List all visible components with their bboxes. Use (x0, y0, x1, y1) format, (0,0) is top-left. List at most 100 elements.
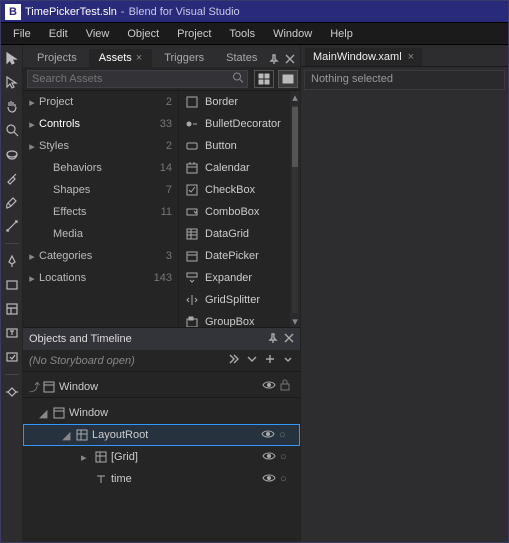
category-project[interactable]: ▸Project2 (23, 91, 178, 113)
object-tree: ⤴ Window ◢ Window ◢ LayoutRoot (23, 372, 300, 542)
border-icon (185, 95, 199, 109)
category-controls[interactable]: ▸Controls33 (23, 113, 178, 135)
textblock-icon (93, 473, 109, 485)
solution-name: TimePickerTest.sln (25, 6, 117, 18)
panel-close-icon[interactable] (284, 333, 294, 346)
storyboard-menu-icon[interactable] (282, 353, 294, 368)
assets-toolbar (23, 67, 300, 91)
category-shapes[interactable]: Shapes7 (23, 179, 178, 201)
control-border[interactable]: Border (179, 91, 290, 113)
objects-panel-title: Objects and Timeline (29, 333, 132, 345)
storyboard-open-icon[interactable] (246, 353, 258, 368)
control-datagrid[interactable]: DataGrid (179, 223, 290, 245)
control-checkbox[interactable]: CheckBox (179, 179, 290, 201)
doc-tab-mainwindow[interactable]: MainWindow.xaml × (305, 48, 422, 66)
camera-tool-icon[interactable] (3, 145, 21, 163)
pen-tool-icon[interactable] (3, 252, 21, 270)
close-icon[interactable]: × (136, 52, 142, 64)
tree-window[interactable]: ◢ Window (23, 402, 300, 424)
tree-time[interactable]: time ○ (23, 468, 300, 490)
asset-categories: ▸Project2 ▸Controls33 ▸Styles2 Behaviors… (23, 91, 179, 327)
selection-tool-icon[interactable] (3, 49, 21, 67)
lock-toggle[interactable]: ○ (279, 429, 293, 441)
control-expander[interactable]: Expander (179, 267, 290, 289)
menu-edit[interactable]: Edit (41, 25, 76, 43)
pin-icon[interactable] (269, 54, 279, 67)
tab-states[interactable]: States (216, 49, 267, 67)
design-surface[interactable] (301, 93, 508, 542)
menu-window[interactable]: Window (265, 25, 320, 43)
rectangle-tool-icon[interactable] (3, 276, 21, 294)
text-tool-icon[interactable] (3, 324, 21, 342)
menu-object[interactable]: Object (119, 25, 167, 43)
tree-layoutroot[interactable]: ◢ LayoutRoot ○ (23, 424, 300, 446)
category-media[interactable]: Media (23, 223, 178, 245)
control-combobox[interactable]: ComboBox (179, 201, 290, 223)
control-calendar[interactable]: Calendar (179, 157, 290, 179)
lock-icon[interactable] (280, 379, 294, 394)
controls-scrollbar[interactable]: ▴ ▾ (290, 91, 300, 327)
expand-icon[interactable]: ◢ (39, 407, 51, 420)
window-icon (41, 381, 57, 393)
pin-icon[interactable] (268, 333, 278, 346)
app-name: Blend for Visual Studio (129, 6, 240, 18)
menu-file[interactable]: File (5, 25, 39, 43)
menu-help[interactable]: Help (322, 25, 361, 43)
scope-up-icon[interactable]: ⤴ (29, 379, 41, 395)
scroll-thumb[interactable] (292, 107, 298, 167)
eye-icon[interactable] (262, 451, 280, 464)
menu-tools[interactable]: Tools (221, 25, 263, 43)
panel-tab-row: Projects Assets× Triggers States (23, 45, 300, 67)
menu-project[interactable]: Project (169, 25, 219, 43)
zoom-tool-icon[interactable] (3, 121, 21, 139)
list-view-button[interactable] (278, 70, 298, 88)
tab-assets[interactable]: Assets× (89, 49, 152, 67)
paint-tool-icon[interactable] (3, 193, 21, 211)
selection-status: Nothing selected (304, 70, 505, 90)
assets-tool-icon[interactable] (3, 383, 21, 401)
storyboard-close-icon[interactable] (228, 353, 240, 368)
control-bulletdecorator[interactable]: BulletDecorator (179, 113, 290, 135)
lock-toggle[interactable]: ○ (280, 451, 294, 463)
tab-triggers[interactable]: Triggers (154, 49, 214, 67)
category-behaviors[interactable]: Behaviors14 (23, 157, 178, 179)
close-icon[interactable]: × (408, 51, 414, 63)
checkbox-icon (185, 183, 199, 197)
tree-grid[interactable]: ▸ [Grid] ○ (23, 446, 300, 468)
eyedropper-tool-icon[interactable] (3, 169, 21, 187)
lock-toggle[interactable]: ○ (280, 473, 294, 485)
panel-close-icon[interactable] (285, 54, 295, 67)
scope-row[interactable]: ⤴ Window (23, 376, 300, 398)
expand-icon[interactable]: ◢ (62, 429, 74, 442)
control-tool-icon[interactable] (3, 348, 21, 366)
category-effects[interactable]: Effects11 (23, 201, 178, 223)
app-logo: B (5, 4, 21, 20)
control-list: Border BulletDecorator Button Calendar C… (179, 91, 300, 327)
tab-projects[interactable]: Projects (27, 49, 87, 67)
category-styles[interactable]: ▸Styles2 (23, 135, 178, 157)
eye-icon[interactable] (262, 380, 280, 393)
button-icon (185, 139, 199, 153)
control-groupbox[interactable]: GroupBox (179, 311, 290, 327)
window-icon (51, 407, 67, 419)
scroll-down-icon[interactable]: ▾ (290, 315, 300, 327)
search-assets-input[interactable] (27, 70, 248, 88)
eye-icon[interactable] (262, 473, 280, 486)
grid-view-button[interactable] (254, 70, 274, 88)
direct-select-tool-icon[interactable] (3, 73, 21, 91)
menu-view[interactable]: View (78, 25, 118, 43)
pan-tool-icon[interactable] (3, 97, 21, 115)
grid-icon (74, 429, 90, 441)
gradient-tool-icon[interactable] (3, 217, 21, 235)
control-gridsplitter[interactable]: GridSplitter (179, 289, 290, 311)
category-locations[interactable]: ▸Locations143 (23, 267, 178, 289)
scroll-up-icon[interactable]: ▴ (290, 91, 300, 103)
expand-icon[interactable]: ▸ (81, 451, 93, 464)
control-button[interactable]: Button (179, 135, 290, 157)
eye-icon[interactable] (261, 429, 279, 442)
category-categories[interactable]: ▸Categories3 (23, 245, 178, 267)
layout-tool-icon[interactable] (3, 300, 21, 318)
control-datepicker[interactable]: DatePicker (179, 245, 290, 267)
storyboard-new-icon[interactable] (264, 353, 276, 368)
storyboard-label: (No Storyboard open) (29, 355, 228, 367)
